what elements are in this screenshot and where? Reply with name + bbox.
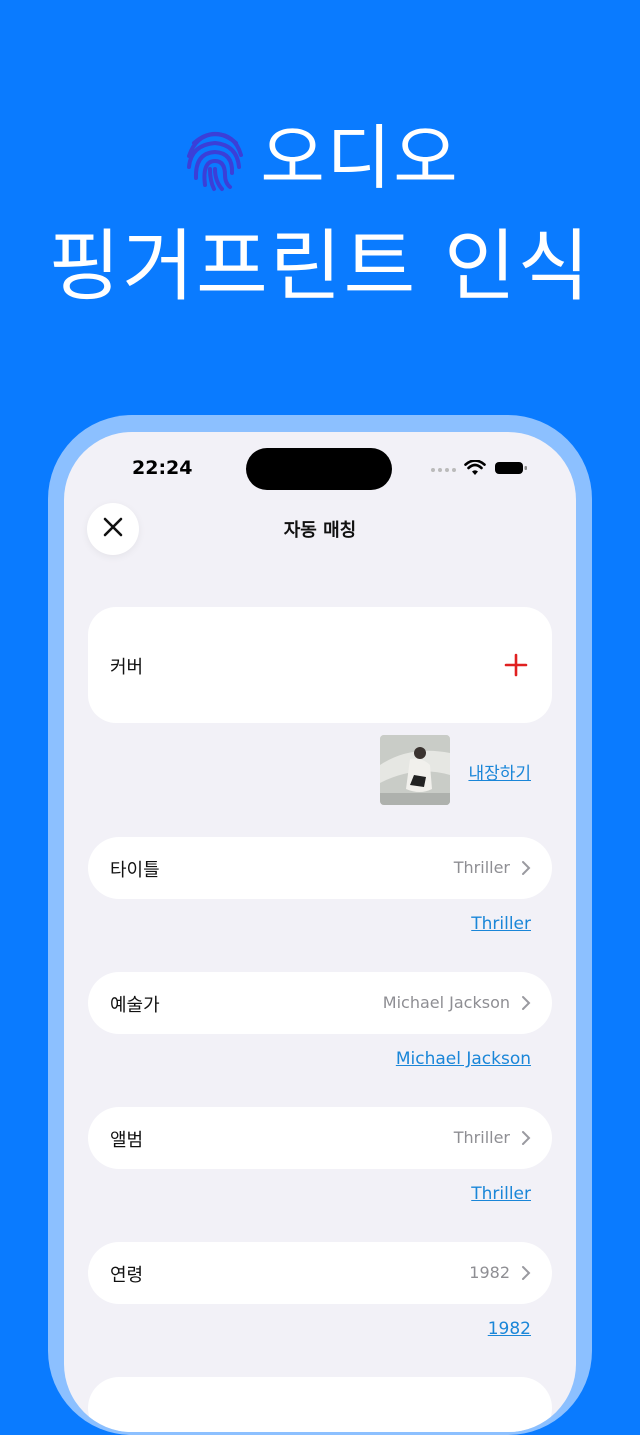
field-row-title[interactable]: 타이틀 Thriller	[88, 837, 552, 899]
field-value: 1982	[469, 1263, 510, 1282]
suggestion-link-year[interactable]: 1982	[488, 1319, 531, 1339]
page-title: 자동 매칭	[283, 520, 357, 541]
chevron-right-icon	[520, 995, 532, 1011]
fingerprint-icon	[180, 123, 250, 193]
promo-title-line2: 핑거프린트 인식	[48, 222, 592, 312]
field-label: 앨범	[110, 1130, 144, 1151]
field-value: Thriller	[453, 1128, 510, 1147]
field-row-artist[interactable]: 예술가 Michael Jackson	[88, 972, 552, 1034]
promo-title-line1: 오디오	[0, 118, 640, 198]
chevron-right-icon	[520, 1130, 532, 1146]
promo-title-text: 오디오	[260, 117, 460, 199]
save-cover-link[interactable]: 내장하기	[468, 759, 531, 784]
cover-row[interactable]: 커버	[88, 607, 552, 723]
chevron-right-icon	[520, 1265, 532, 1281]
phone-screen: 22:24 자동 매칭 커버 내장하기 타이틀 Thriller Thrille…	[64, 432, 576, 1432]
suggestion-link-title[interactable]: Thriller	[471, 914, 531, 934]
battery-icon	[494, 460, 528, 480]
suggestion-link-artist[interactable]: Michael Jackson	[396, 1049, 531, 1069]
status-time: 22:24	[132, 457, 193, 479]
dynamic-island	[246, 448, 392, 490]
field-label: 예술가	[110, 995, 160, 1016]
cover-label: 커버	[110, 657, 144, 678]
chevron-right-icon	[520, 860, 532, 876]
field-value: Michael Jackson	[382, 993, 510, 1012]
add-cover-icon[interactable]	[502, 651, 530, 679]
field-value: Thriller	[453, 858, 510, 877]
status-icons	[431, 459, 528, 480]
album-cover-thumbnail	[380, 735, 450, 805]
field-label: 타이틀	[110, 860, 160, 881]
suggestion-link-album[interactable]: Thriller	[471, 1184, 531, 1204]
field-row-album[interactable]: 앨범 Thriller	[88, 1107, 552, 1169]
field-label: 연령	[110, 1265, 144, 1286]
signal-icon	[431, 468, 456, 472]
field-row-year[interactable]: 연령 1982	[88, 1242, 552, 1304]
wifi-icon	[464, 459, 486, 480]
field-row-next[interactable]	[88, 1377, 552, 1432]
